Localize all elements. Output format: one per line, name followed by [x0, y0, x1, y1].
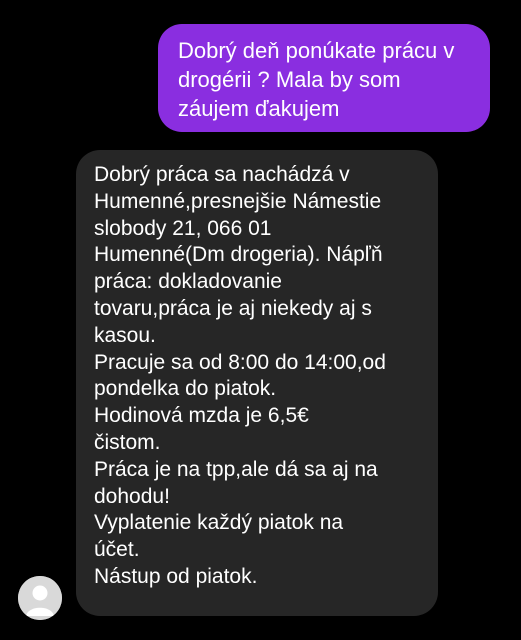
person-icon: [18, 576, 62, 620]
outgoing-message-bubble[interactable]: Dobrý deň ponúkate prácu v drogérii ? Ma…: [158, 24, 490, 132]
incoming-message-bubble[interactable]: Dobrý práca sa nachádzá v Humenné,presne…: [76, 150, 438, 616]
chat-screen: Dobrý deň ponúkate prácu v drogérii ? Ma…: [0, 0, 521, 640]
sender-avatar[interactable]: [18, 576, 62, 620]
